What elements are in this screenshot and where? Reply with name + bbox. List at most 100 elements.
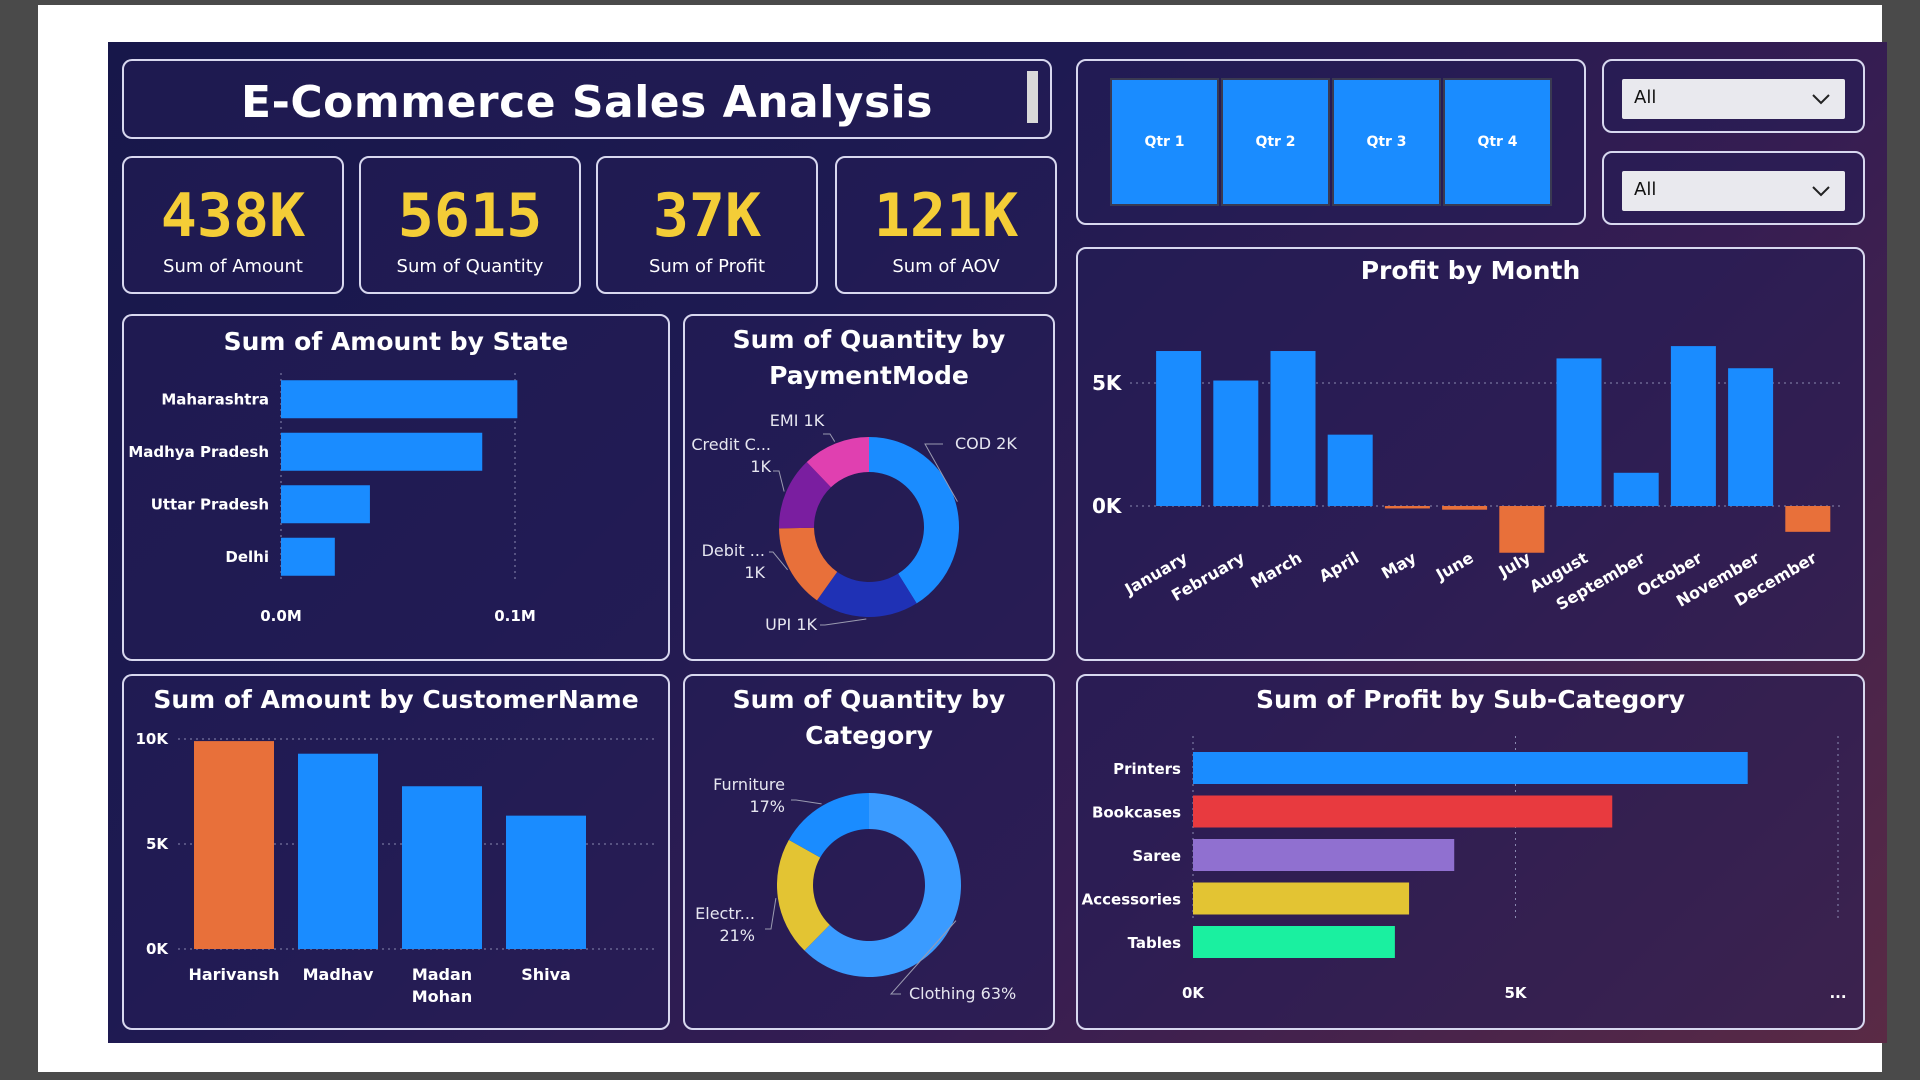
- y-tick-label: 0K: [146, 940, 169, 958]
- kpi-amount-value: 438K: [160, 181, 306, 251]
- dropdown-slicer-1: All: [1602, 59, 1865, 133]
- state-bar-chart: 0.0M 0.1M Maharashtra Madhya Pradesh Uttar P…: [128, 373, 536, 625]
- bar: [1193, 839, 1455, 871]
- y-tick-label: 5K: [1092, 371, 1123, 395]
- category-label: Tables: [1128, 934, 1181, 952]
- bar: [1156, 351, 1202, 506]
- bar: [281, 432, 483, 471]
- data-label: 17%: [749, 797, 785, 816]
- page-title: E-Commerce Sales Analysis: [241, 77, 933, 128]
- kpi-aov-card: 121K Sum of AOV: [835, 156, 1057, 294]
- bar: [1442, 506, 1488, 510]
- bar: [281, 537, 335, 576]
- kpi-aov-value: 121K: [873, 181, 1019, 251]
- x-tick-label: Madan: [412, 965, 472, 984]
- x-tick-label: April: [1316, 548, 1362, 586]
- bar: [1785, 506, 1831, 532]
- bar: [1270, 351, 1316, 506]
- x-tick-label: 0.1M: [494, 607, 536, 625]
- bar: [506, 815, 586, 949]
- subcategory-bar-chart: 0K 5K ... Printers Bookcases Saree Accessories…: [1082, 736, 1847, 1002]
- chart-panel-customer: Sum of Amount by CustomerName 0K 5K 10K Har…: [122, 674, 670, 1030]
- dropdown-2-value: All: [1634, 179, 1657, 200]
- bar: [1193, 882, 1410, 915]
- bar: [1670, 346, 1716, 506]
- bar: [1613, 472, 1659, 506]
- title-scroll-indicator: [1027, 71, 1038, 123]
- quarter-slicer: Qtr 1 Qtr 2 Qtr 3 Qtr 4: [1076, 59, 1586, 225]
- dropdown-slicer-2: All: [1602, 151, 1865, 225]
- x-tick-label: Madhav: [303, 965, 374, 984]
- chevron-down-icon: [1812, 94, 1830, 105]
- report-canvas: E-Commerce Sales Analysis 438K Sum of Am…: [38, 5, 1887, 1072]
- data-label: EMI 1K: [770, 411, 825, 430]
- leader-line: [791, 799, 822, 805]
- bar: [298, 753, 378, 949]
- leader-line: [773, 470, 785, 492]
- bar: [1213, 380, 1259, 506]
- kpi-quantity-card: 5615 Sum of Quantity: [359, 156, 581, 294]
- title-panel: E-Commerce Sales Analysis: [122, 59, 1052, 139]
- dropdown-1-value: All: [1634, 87, 1657, 108]
- category-label: Printers: [1113, 760, 1181, 778]
- y-tick-label: 0K: [1092, 494, 1123, 518]
- qtr-2-button[interactable]: Qtr 2: [1221, 78, 1330, 206]
- qtr-3-button[interactable]: Qtr 3: [1332, 78, 1441, 206]
- data-label: Clothing 63%: [909, 984, 1016, 1003]
- x-tick-label: July: [1495, 548, 1535, 582]
- kpi-quantity-value: 5615: [397, 181, 543, 251]
- x-tick-label: 0K: [1182, 984, 1205, 1002]
- data-label: 21%: [719, 926, 755, 945]
- y-tick-label: 10K: [136, 730, 170, 748]
- bar: [1193, 926, 1395, 958]
- bar: [1193, 752, 1748, 784]
- data-label: Furniture: [713, 775, 785, 794]
- category-label: Saree: [1132, 847, 1181, 865]
- kpi-profit-value: 37K: [652, 181, 762, 251]
- data-label: 1K: [750, 457, 771, 476]
- y-tick-label: 5K: [146, 835, 169, 853]
- chart-panel-category: Sum of Quantity by Category Clothing 63%…: [683, 674, 1055, 1030]
- x-tick-label: May: [1378, 548, 1420, 583]
- x-tick-label: Mohan: [412, 987, 473, 1006]
- data-label: COD 2K: [955, 434, 1017, 453]
- chevron-down-icon: [1812, 186, 1830, 197]
- kpi-amount-card: 438K Sum of Amount: [122, 156, 344, 294]
- dropdown-2-select[interactable]: All: [1622, 171, 1845, 211]
- chart-panel-subcat: Sum of Profit by Sub-Category 0K 5K... Pri…: [1076, 674, 1865, 1030]
- x-tick-label: 0.0M: [260, 607, 302, 625]
- data-label: UPI 1K: [765, 615, 817, 634]
- qtr-1-button[interactable]: Qtr 1: [1110, 78, 1219, 206]
- x-tick-label: Harivansh: [188, 965, 279, 984]
- category-label: Delhi: [225, 548, 269, 566]
- category-donut-chart: Clothing 63% Electr... 21% Furniture 17%: [695, 775, 1016, 1003]
- bar: [1556, 358, 1602, 506]
- bar: [1728, 368, 1774, 506]
- qtr-4-button[interactable]: Qtr 4: [1443, 78, 1552, 206]
- data-label: Debit ...: [702, 541, 765, 560]
- donut-slice: [869, 437, 959, 604]
- kpi-profit-label: Sum of Profit: [648, 256, 766, 277]
- bar: [1384, 506, 1430, 509]
- data-label: Electr...: [695, 904, 755, 923]
- chart-panel-state: Sum of Amount by State 0.0M 0.1M Maharasht…: [122, 314, 670, 661]
- payment-donut-chart: COD 2K UPI 1K Debit ... 1K Credit C... 1K EMI …: [691, 411, 1017, 634]
- bar: [1499, 506, 1545, 553]
- kpi-quantity-label: Sum of Quantity: [396, 256, 544, 277]
- kpi-profit-card: 37K Sum of Profit: [596, 156, 818, 294]
- chart-panel-month: Profit by Month 0K 5K January February March…: [1076, 247, 1865, 661]
- category-label: Maharashtra: [161, 390, 269, 408]
- x-tick-label: ...: [1829, 984, 1846, 1002]
- dashboard: E-Commerce Sales Analysis 438K Sum of Am…: [108, 42, 1887, 1043]
- x-tick-label: June: [1432, 548, 1477, 585]
- bar: [281, 380, 518, 419]
- category-label: Uttar Pradesh: [151, 495, 269, 513]
- dropdown-1-select[interactable]: All: [1622, 79, 1845, 119]
- customer-bar-chart: 0K 5K 10K Harivansh Madhav Madan Mohan Shiva: [136, 730, 654, 1006]
- category-label: Bookcases: [1092, 804, 1181, 822]
- bar: [402, 786, 482, 949]
- data-label: 1K: [744, 563, 765, 582]
- category-label: Accessories: [1082, 891, 1181, 909]
- bar: [1193, 795, 1613, 828]
- x-tick-label: March: [1247, 548, 1305, 592]
